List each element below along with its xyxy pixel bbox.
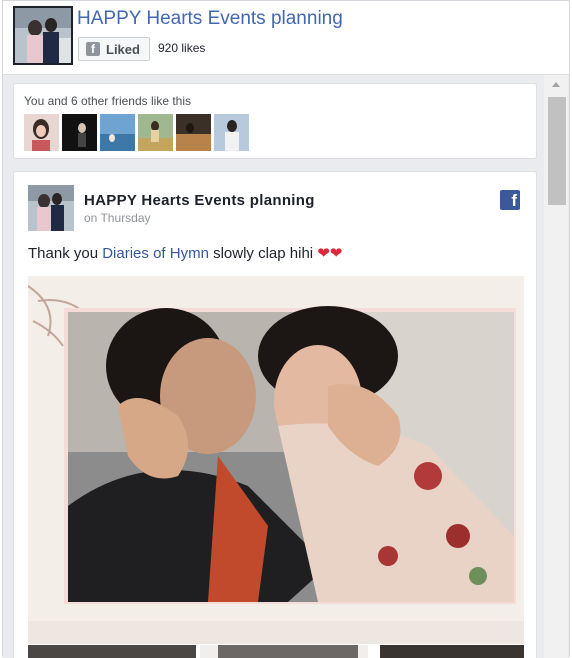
timeline-stream[interactable]: You and 6 other friends like this HAPPY … — [3, 75, 569, 658]
post-message: Thank you Diaries of Hymn slowly clap hi… — [28, 244, 342, 262]
scrollbar[interactable] — [544, 75, 568, 658]
page-profile-photo[interactable] — [13, 6, 73, 65]
mention-link[interactable]: Diaries of Hymn — [102, 245, 209, 262]
post-card: HAPPY Hearts Events planning on Thursday… — [13, 171, 537, 658]
facebook-logo-icon[interactable]: f — [500, 190, 520, 210]
scroll-up-arrow-icon[interactable] — [544, 75, 568, 93]
heart-emoji: ❤❤ — [317, 245, 343, 262]
page-title[interactable]: HAPPY Hearts Events planning — [77, 8, 343, 30]
post-timestamp[interactable]: on Thursday — [84, 211, 151, 225]
friend-avatar[interactable] — [62, 114, 97, 151]
post-text-end: slowly clap hihi — [213, 245, 314, 262]
friend-avatar[interactable] — [176, 114, 211, 151]
page-header: HAPPY Hearts Events planning f Liked 920… — [3, 1, 569, 75]
facebook-page-plugin: HAPPY Hearts Events planning f Liked 920… — [2, 0, 570, 658]
friend-avatar[interactable] — [138, 114, 173, 151]
likes-count: 920 likes — [158, 41, 206, 55]
friends-like-text: You and 6 other friends like this — [24, 94, 191, 108]
post-author-avatar[interactable] — [28, 185, 74, 231]
liked-button[interactable]: f Liked — [78, 37, 150, 61]
photo-thumbnail-row — [28, 645, 524, 658]
scrollbar-thumb[interactable] — [548, 97, 566, 205]
facebook-f-icon: f — [86, 42, 100, 56]
post-text-start: Thank you — [28, 245, 99, 262]
friends-like-box: You and 6 other friends like this — [13, 83, 537, 159]
friend-avatar[interactable] — [214, 114, 249, 151]
post-author-name[interactable]: HAPPY Hearts Events planning — [84, 192, 315, 209]
friend-avatar[interactable] — [100, 114, 135, 151]
liked-button-label: Liked — [106, 41, 140, 57]
friend-avatar[interactable] — [24, 114, 59, 151]
post-photo[interactable] — [28, 276, 524, 644]
